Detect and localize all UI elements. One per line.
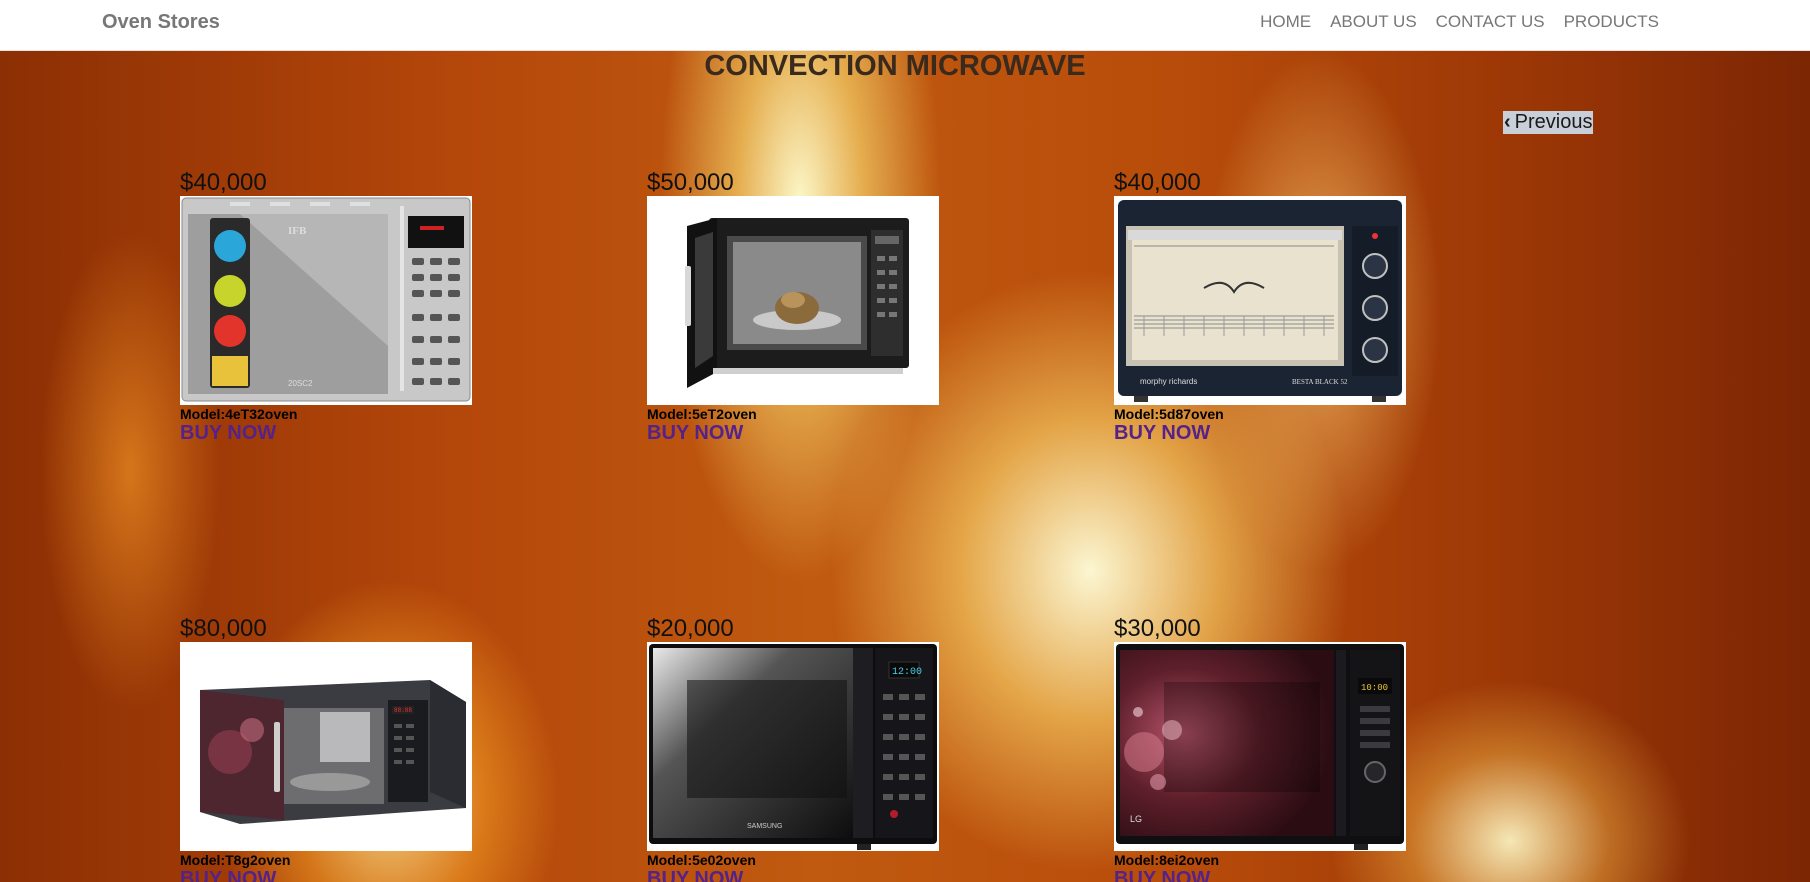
product-card: $20,000 12:00 SAMSUNG Model:5e02oven BUY… bbox=[647, 615, 939, 882]
product-image-silver-microwave[interactable]: IFB 20SC2 bbox=[180, 196, 472, 405]
product-image-lg-open-microwave[interactable]: 88:88 bbox=[180, 642, 472, 851]
lg-logo-text: LG bbox=[1130, 814, 1142, 824]
samsung-logo-text: SAMSUNG bbox=[747, 823, 782, 830]
morphy-model-text: BESTA BLACK 52 bbox=[1292, 378, 1348, 386]
buy-now-link[interactable]: BUY NOW bbox=[647, 422, 939, 444]
nav-about-us[interactable]: ABOUT US bbox=[1330, 12, 1417, 32]
product-image-open-door-microwave[interactable] bbox=[647, 196, 939, 405]
nav-home[interactable]: HOME bbox=[1260, 12, 1311, 32]
product-price: $80,000 bbox=[180, 615, 267, 642]
product-card: $40,000 IFB 20SC2 Model:4eT32oven BUY NO… bbox=[180, 169, 472, 444]
navbar: Oven Stores HOME ABOUT US CONTACT US PRO… bbox=[0, 0, 1810, 51]
product-price: $50,000 bbox=[647, 169, 734, 196]
product-card: $50,000 Model:5eT2oven BUY NOW bbox=[647, 169, 939, 444]
product-card: $30,000 10:00 LG Model:8ei2oven BUY NOW bbox=[1114, 615, 1406, 882]
svg-text:88:88: 88:88 bbox=[394, 707, 412, 714]
product-model: Model:5e02oven bbox=[647, 852, 756, 868]
nav-links: HOME ABOUT US CONTACT US PRODUCTS bbox=[1241, 12, 1659, 32]
product-price: $30,000 bbox=[1114, 615, 1201, 642]
buy-now-link[interactable]: BUY NOW bbox=[1114, 422, 1406, 444]
buy-now-link[interactable]: BUY NOW bbox=[180, 422, 472, 444]
nav-products[interactable]: PRODUCTS bbox=[1564, 12, 1659, 32]
buy-now-link[interactable]: BUY NOW bbox=[1114, 868, 1406, 882]
lg-display-text: 10:00 bbox=[1361, 683, 1388, 693]
samsung-display-text: 12:00 bbox=[892, 667, 922, 678]
product-image-lg-floral-microwave[interactable]: 10:00 LG bbox=[1114, 642, 1406, 851]
product-model: Model:4eT32oven bbox=[180, 406, 298, 422]
buy-now-link[interactable]: BUY NOW bbox=[647, 868, 939, 882]
product-price: $40,000 bbox=[180, 169, 267, 196]
product-model: Model:5eT2oven bbox=[647, 406, 757, 422]
chevron-left-icon: ‹ bbox=[1504, 111, 1511, 133]
product-image-otg-oven[interactable]: morphy richards BESTA BLACK 52 bbox=[1114, 196, 1406, 405]
product-price: $20,000 bbox=[647, 615, 734, 642]
previous-label: Previous bbox=[1514, 111, 1593, 133]
product-image-samsung-microwave[interactable]: 12:00 SAMSUNG bbox=[647, 642, 939, 851]
page-title: CONVECTION MICROWAVE bbox=[704, 50, 1086, 82]
product-model: Model:T8g2oven bbox=[180, 852, 291, 868]
product-model: Model:5d87oven bbox=[1114, 406, 1224, 422]
product-price: $40,000 bbox=[1114, 169, 1201, 196]
ifb-logo-text: IFB bbox=[288, 225, 307, 237]
nav-contact-us[interactable]: CONTACT US bbox=[1436, 12, 1545, 32]
morphy-logo-text: morphy richards bbox=[1140, 377, 1197, 386]
ifb-model-text: 20SC2 bbox=[288, 379, 313, 388]
previous-button[interactable]: ‹ Previous bbox=[1503, 111, 1594, 134]
product-model: Model:8ei2oven bbox=[1114, 852, 1220, 868]
product-card: $40,000 morphy richards BESTA BLACK 52 M… bbox=[1114, 169, 1406, 444]
buy-now-link[interactable]: BUY NOW bbox=[180, 868, 472, 882]
brand-link[interactable]: Oven Stores bbox=[102, 11, 220, 34]
product-card: $80,000 88:88 Model:T8g2oven BUY NOW bbox=[180, 615, 472, 882]
